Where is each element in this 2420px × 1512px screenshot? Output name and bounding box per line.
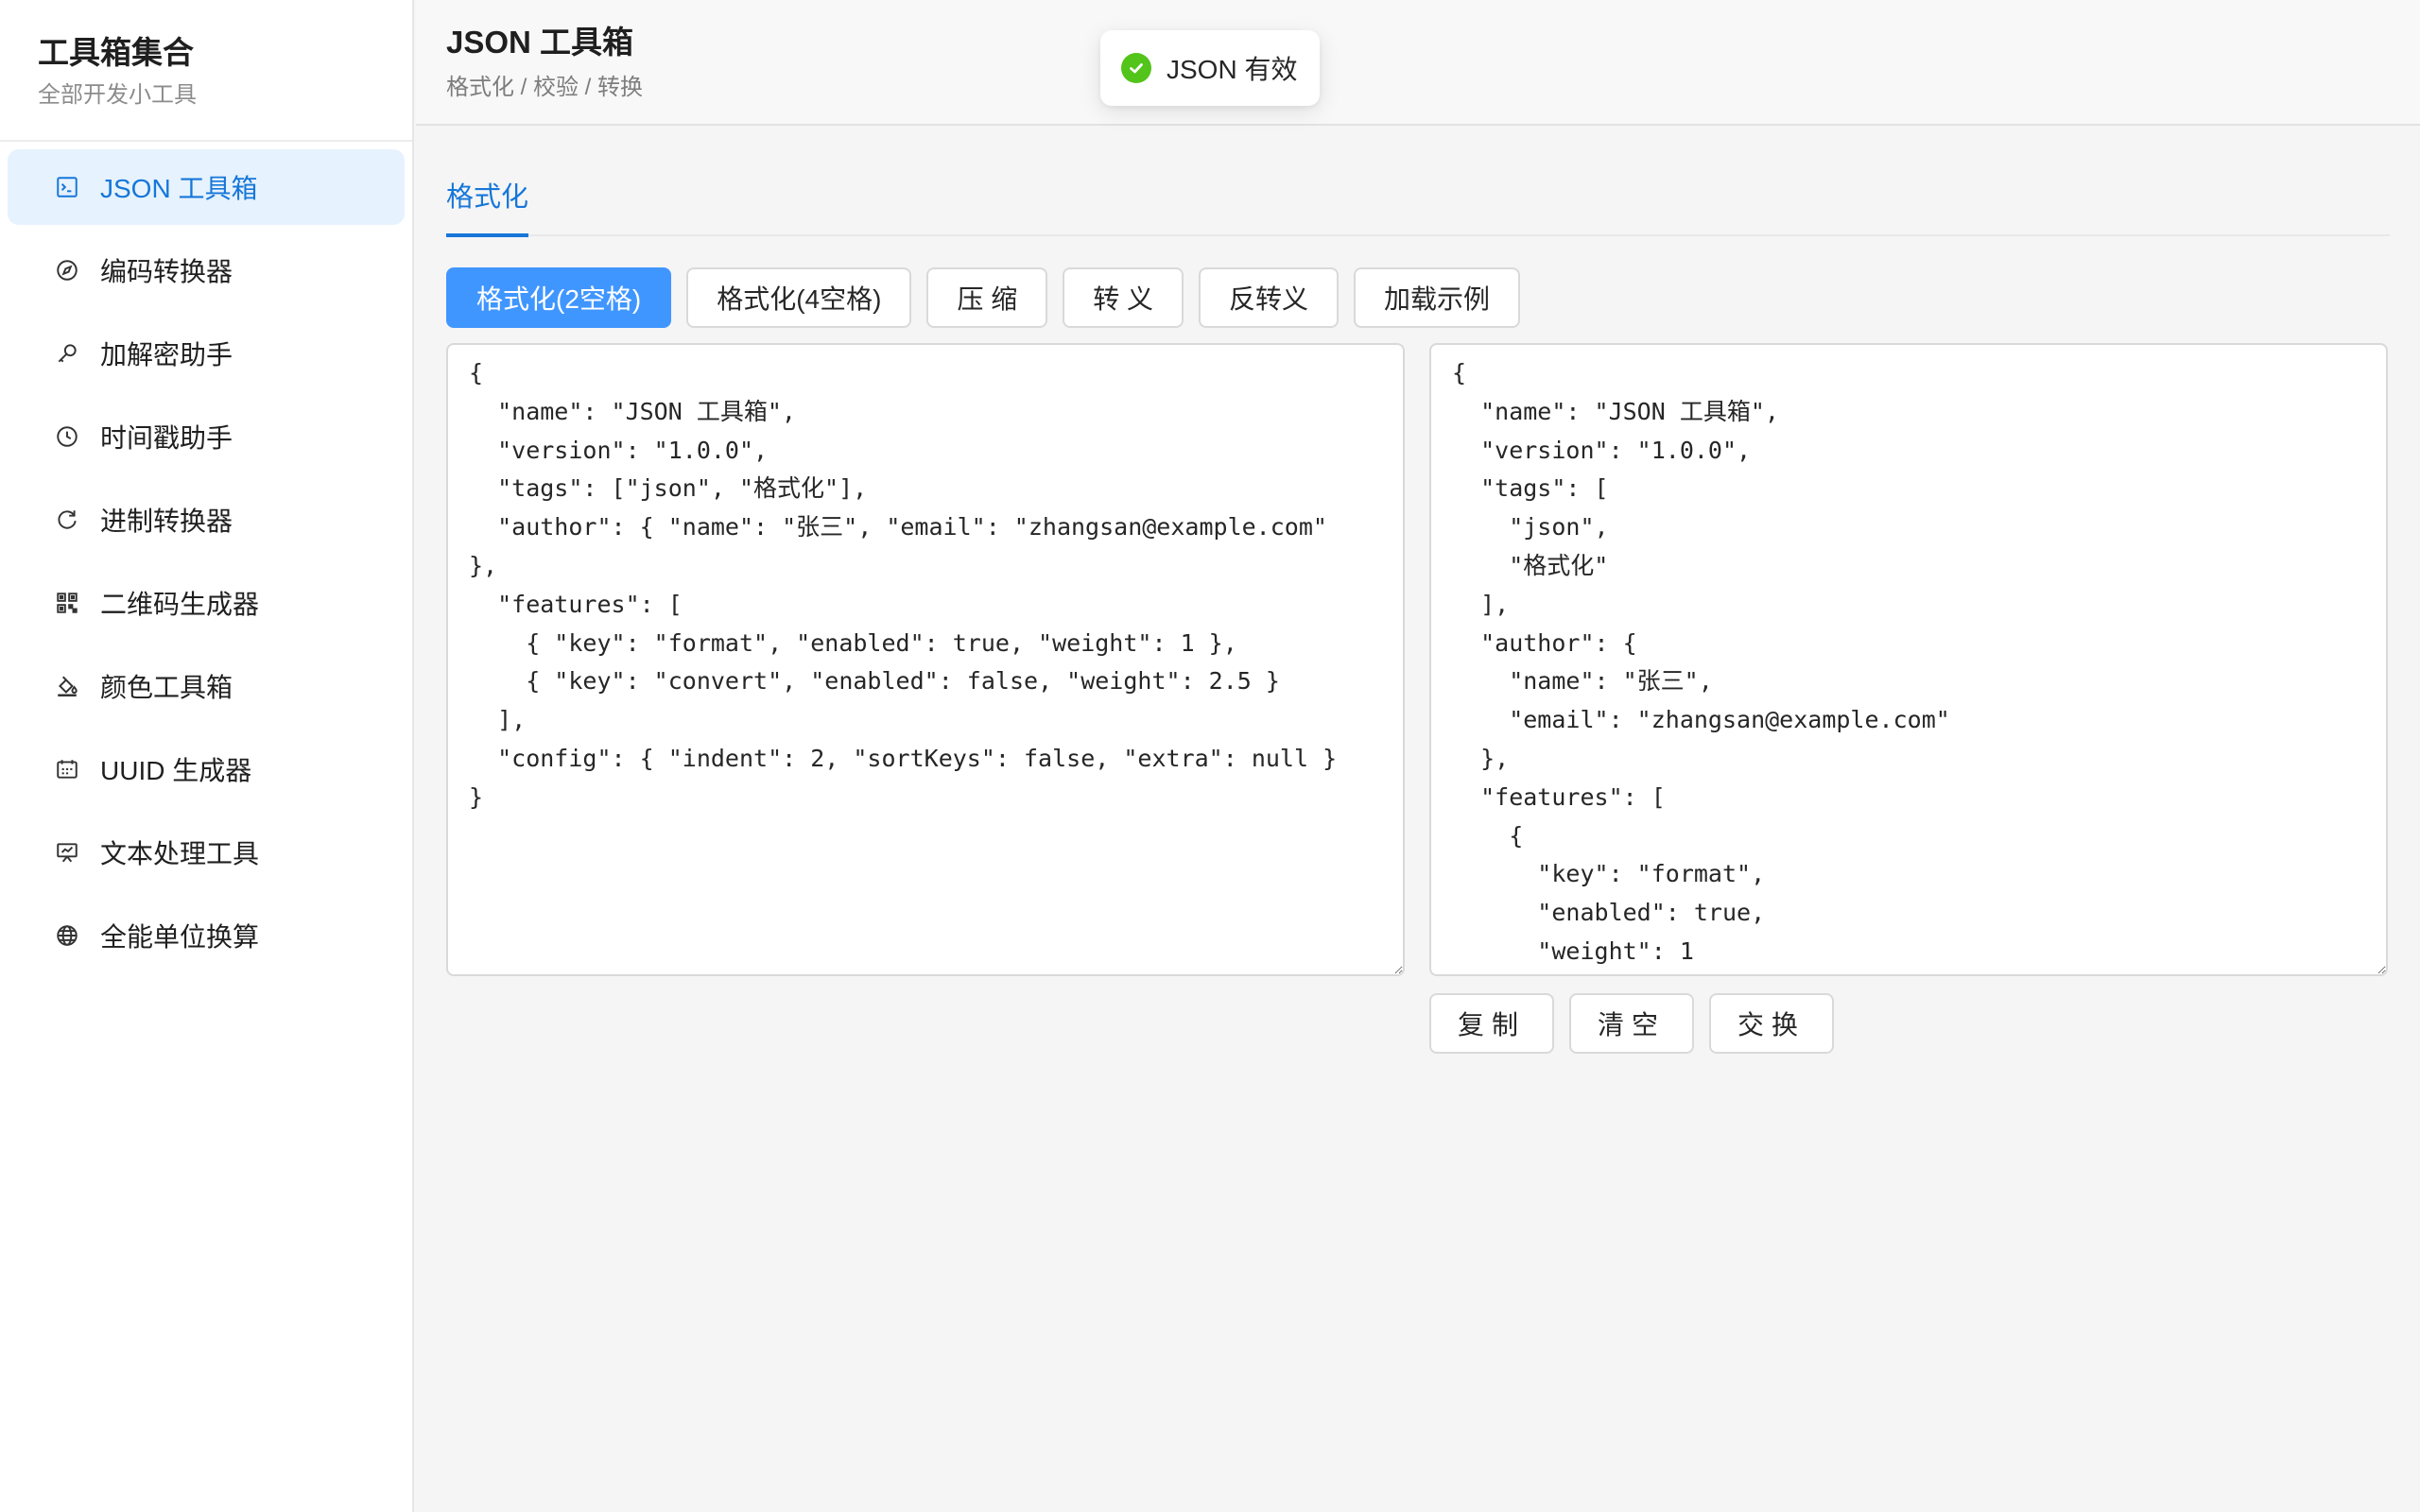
success-toast: JSON 有效 [1100, 30, 1320, 106]
sidebar-item-label: 编码转换器 [100, 257, 233, 286]
sidebar-item-text[interactable]: 文本处理工具 [8, 815, 405, 890]
output-actions: 复制 清空 交换 [1429, 993, 1835, 1054]
sidebar-item-color[interactable]: 颜色工具箱 [8, 648, 405, 724]
calendar-icon [53, 755, 81, 783]
tab-bar: 格式化 [446, 128, 2390, 237]
toast-message: JSON 有效 [1167, 55, 1298, 84]
breadcrumb: 格式化 / 校验 / 转换 [446, 75, 644, 100]
sidebar-item-label: 文本处理工具 [100, 839, 260, 868]
sidebar-item-json[interactable]: JSON 工具箱 [8, 149, 405, 225]
check-circle-icon [1121, 53, 1151, 83]
sidebar-item-crypto[interactable]: 加解密助手 [8, 316, 405, 391]
json-output-textarea[interactable]: { "name": "JSON 工具箱", "version": "1.0.0"… [1429, 343, 2388, 976]
sidebar-item-encoding[interactable]: 编码转换器 [8, 232, 405, 308]
main-content: 格式化 格式化(2空格) 格式化(4空格) 压 缩 转 义 反转义 加载示例 {… [416, 128, 2420, 1512]
json-input-textarea[interactable]: { "name": "JSON 工具箱", "version": "1.0.0"… [446, 343, 1405, 976]
paint-bucket-icon [53, 672, 81, 700]
sidebar-item-label: 二维码生成器 [100, 590, 260, 619]
compass-icon [53, 256, 81, 284]
globe-icon [53, 921, 81, 950]
terminal-icon [53, 173, 81, 201]
sidebar-item-label: 颜色工具箱 [100, 673, 233, 702]
escape-button[interactable]: 转 义 [1063, 267, 1184, 328]
sidebar: 工具箱集合 全部开发小工具 JSON 工具箱 编码转换器 加解密助手 时间戳助手… [0, 0, 414, 1512]
toolbar: 格式化(2空格) 格式化(4空格) 压 缩 转 义 反转义 加载示例 [446, 267, 1521, 328]
sidebar-item-radix[interactable]: 进制转换器 [8, 482, 405, 558]
page-title: JSON 工具箱 [446, 25, 634, 60]
swap-button[interactable]: 交换 [1709, 993, 1835, 1054]
brand-subtitle: 全部开发小工具 [38, 82, 197, 108]
brand: 工具箱集合 全部开发小工具 [0, 0, 412, 142]
clock-icon [53, 422, 81, 451]
tab-format[interactable]: 格式化 [446, 175, 529, 237]
sidebar-item-label: 全能单位换算 [100, 922, 260, 952]
sidebar-item-label: 进制转换器 [100, 507, 233, 536]
sidebar-item-uuid[interactable]: UUID 生成器 [8, 731, 405, 807]
sidebar-item-label: 时间戳助手 [100, 423, 233, 453]
key-icon [53, 339, 81, 368]
sidebar-item-qrcode[interactable]: 二维码生成器 [8, 565, 405, 641]
sidebar-item-label: 加解密助手 [100, 340, 233, 369]
sidebar-item-units[interactable]: 全能单位换算 [8, 898, 405, 973]
load-sample-button[interactable]: 加载示例 [1354, 267, 1521, 328]
copy-button[interactable]: 复制 [1429, 993, 1555, 1054]
brand-title: 工具箱集合 [38, 35, 194, 70]
refresh-icon [53, 506, 81, 534]
unescape-button[interactable]: 反转义 [1199, 267, 1340, 328]
sidebar-nav: JSON 工具箱 编码转换器 加解密助手 时间戳助手 进制转换器 二维码生成器 … [0, 142, 412, 973]
presentation-icon [53, 838, 81, 867]
sidebar-item-label: JSON 工具箱 [100, 174, 258, 203]
sidebar-item-label: UUID 生成器 [100, 756, 252, 785]
format-4-spaces-button[interactable]: 格式化(4空格) [686, 267, 912, 328]
compress-button[interactable]: 压 缩 [926, 267, 1048, 328]
sidebar-item-timestamp[interactable]: 时间戳助手 [8, 399, 405, 474]
page-header: JSON 工具箱 格式化 / 校验 / 转换 [416, 0, 2420, 126]
clear-button[interactable]: 清空 [1569, 993, 1695, 1054]
format-2-spaces-button[interactable]: 格式化(2空格) [446, 267, 672, 328]
qrcode-icon [53, 589, 81, 617]
